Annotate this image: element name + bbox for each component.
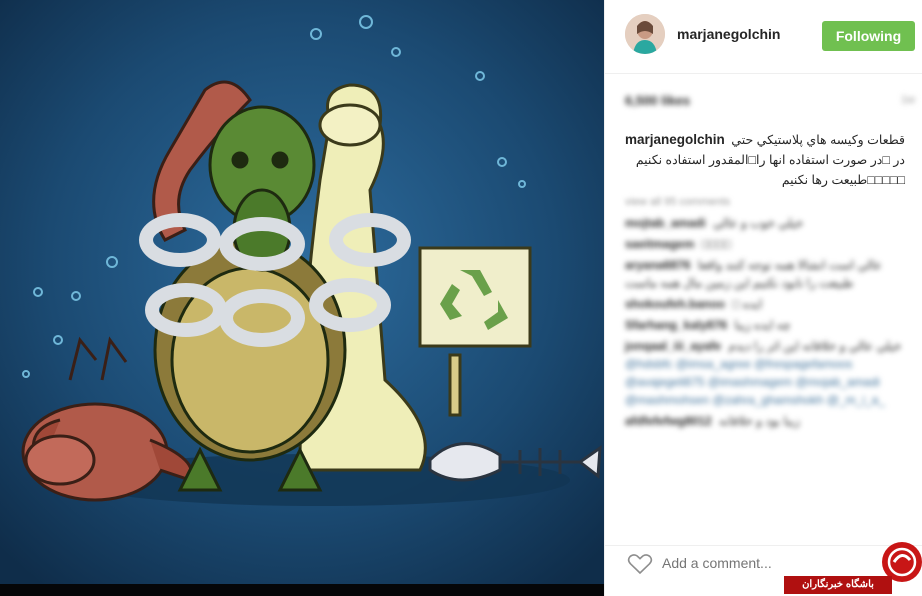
comment-text: زيبا بود و خلاقانه xyxy=(719,414,800,428)
post-image[interactable] xyxy=(0,0,604,596)
instagram-post: marjanegolchin Following 6,500 likes 1w … xyxy=(0,0,922,596)
comment-username[interactable]: Sfarhang_kaly876 xyxy=(625,318,727,332)
comment-text: خيلي عالي و خلاقانه اين اثر را ديدم xyxy=(728,339,902,353)
heart-icon[interactable] xyxy=(627,553,653,575)
post-header: marjanegolchin Following xyxy=(605,0,922,74)
comment-username[interactable]: shokoufeh.banoo xyxy=(625,297,725,311)
caption-line-2: در □در صورت استفاده انها را□المقدور استف… xyxy=(635,153,905,167)
likes-count[interactable]: 6,500 likes xyxy=(625,93,690,108)
watermark-label: باشگاه خبرنگاران xyxy=(784,576,892,594)
comment: jonqaal_iii_ayafe خيلي عالي و خلاقانه اي… xyxy=(625,337,915,409)
post-sidebar: marjanegolchin Following 6,500 likes 1w … xyxy=(604,0,922,596)
comment-username[interactable]: jonqaal_iii_ayafe xyxy=(625,339,721,353)
load-more-comments[interactable]: view all 95 comments xyxy=(625,196,915,210)
turtle-illustration xyxy=(0,0,604,596)
caption-username[interactable]: marjanegolchin xyxy=(625,130,725,150)
comment-mentions[interactable]: @hdsbfc @imsa_agree @frespagefamoos @ava… xyxy=(625,357,885,407)
post-time[interactable]: 1w xyxy=(901,94,915,106)
watermark-logo: باشگاه خبرنگاران xyxy=(784,540,922,596)
caption-line-3: □□□□□طبيعت رها نكنيم xyxy=(781,173,905,187)
comment-text: خيلي خوب و عالي xyxy=(713,216,804,230)
likes-row: 6,500 likes 1w xyxy=(625,92,915,112)
comment-username[interactable]: mojtab_amadi xyxy=(625,216,706,230)
post-username[interactable]: marjanegolchin xyxy=(677,26,780,42)
comment: shokoufeh.banoo □ ايده xyxy=(625,295,915,313)
comment: afdfefefwg8012 زيبا بود و خلاقانه xyxy=(625,412,915,430)
avatar[interactable] xyxy=(625,14,665,54)
comments-list: view all 95 comments mojtab_amadi خيلي خ… xyxy=(625,196,915,433)
comment-username[interactable]: afdfefefwg8012 xyxy=(625,414,712,428)
avatar-photo xyxy=(625,14,665,54)
caption: marjanegolchin قطعات وكيسه هاي پلاستيكي … xyxy=(625,130,905,190)
comment: saeitmagem □□□□ xyxy=(625,235,915,253)
comment: mojtab_amadi خيلي خوب و عالي xyxy=(625,214,915,232)
comment: aryana6876 عالي است انشالا همه توجه كنند… xyxy=(625,256,915,292)
comment-text: □□□□ xyxy=(701,237,731,251)
comment-text: چه ايده زيبا xyxy=(734,318,791,332)
comment-username[interactable]: aryana6876 xyxy=(625,258,690,272)
following-button[interactable]: Following xyxy=(822,21,915,51)
comment: Sfarhang_kaly876 چه ايده زيبا xyxy=(625,316,915,334)
comment-username[interactable]: saeitmagem xyxy=(625,237,694,251)
comment-text: □ ايده xyxy=(732,297,763,311)
